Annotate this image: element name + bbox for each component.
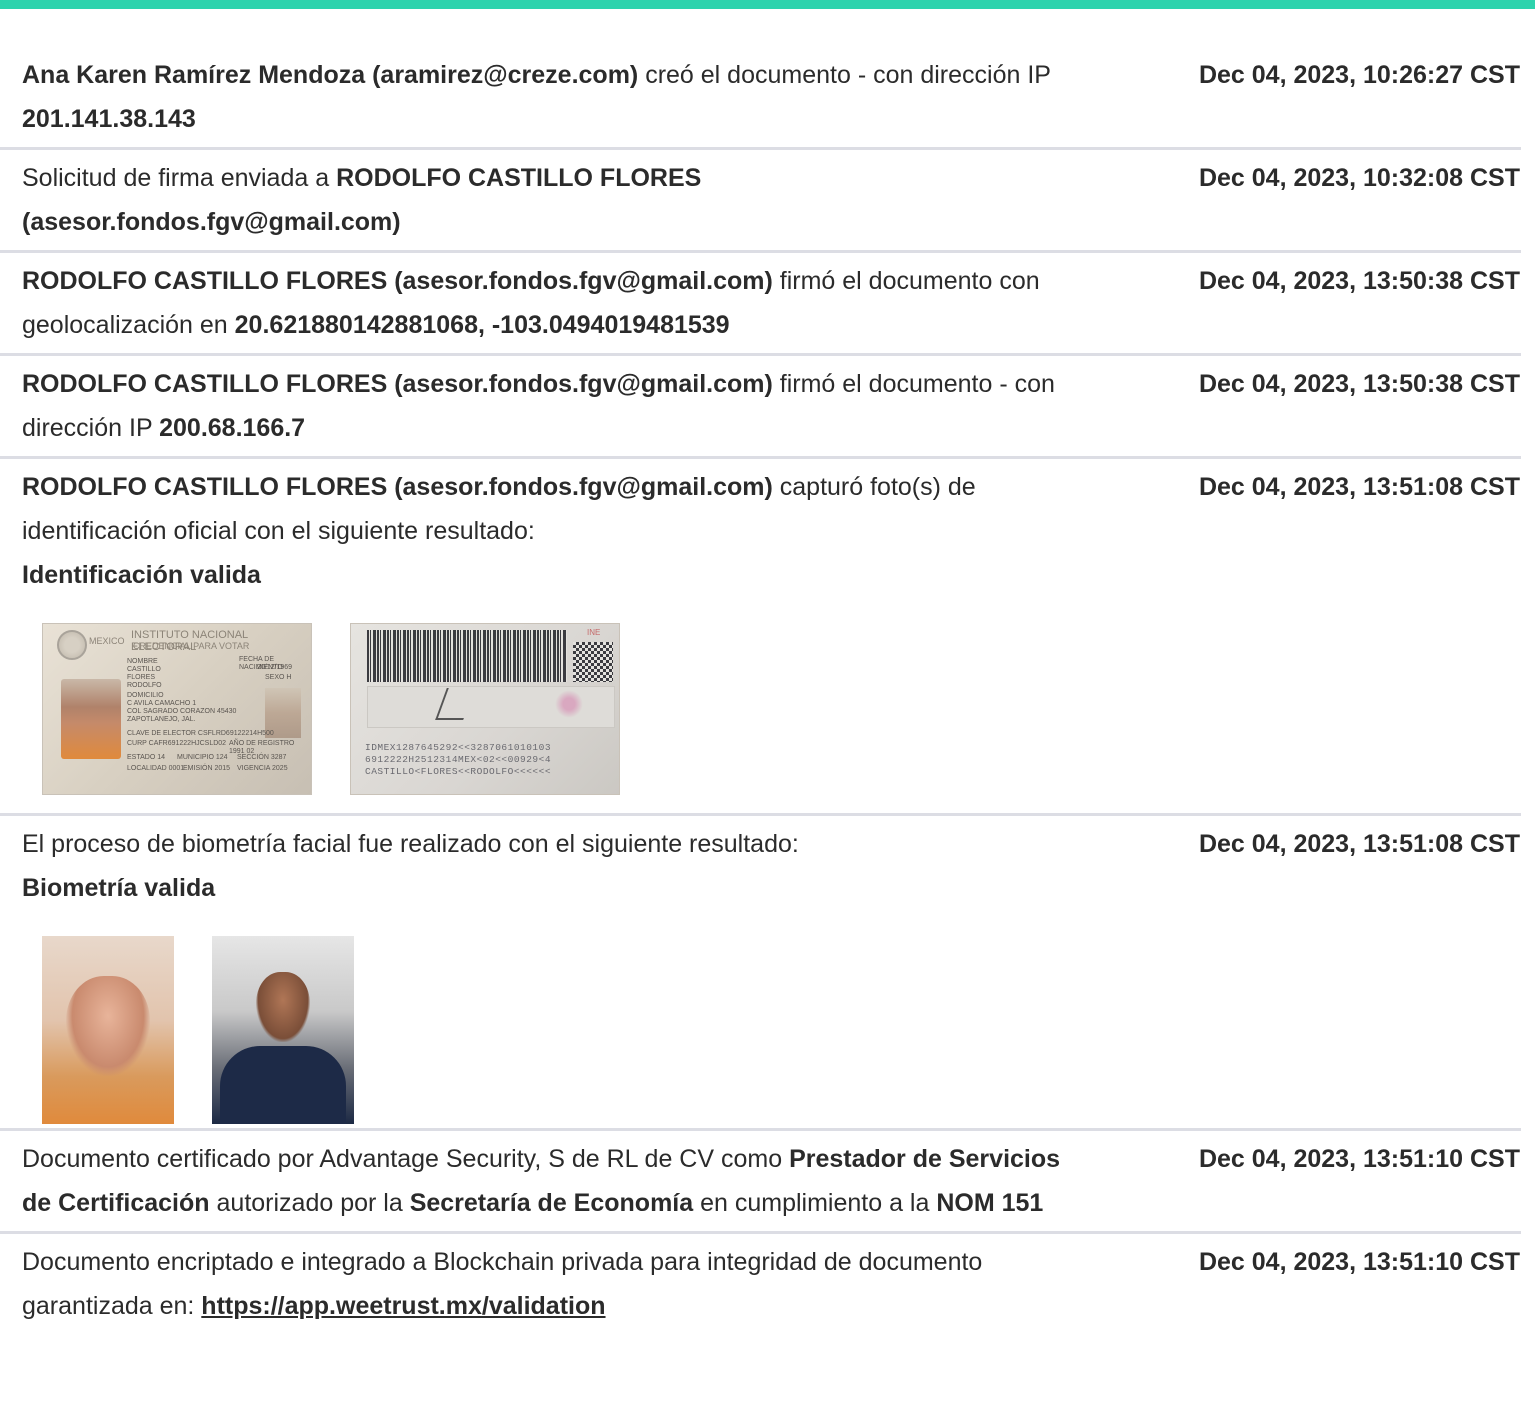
bold-text: Ana Karen Ramírez Mendoza (aramirez@crez… bbox=[22, 61, 639, 89]
ine-brand: INE bbox=[587, 628, 601, 637]
log-description: RODOLFO CASTILLO FLORES (asesor.fondos.f… bbox=[22, 465, 1082, 597]
bold-text: RODOLFO CASTILLO FLORES (asesor.fondos.f… bbox=[22, 473, 773, 501]
log-row-id-capture: RODOLFO CASTILLO FLORES (asesor.fondos.f… bbox=[0, 459, 1521, 816]
id-municipio: MUNICIPIO 124 bbox=[177, 754, 228, 761]
bold-text: 201.141.38.143 bbox=[22, 105, 196, 133]
id-address-label: DOMICILIO bbox=[127, 692, 164, 699]
id-address-2: COL SAGRADO CORAZON 45430 bbox=[127, 708, 237, 715]
log-timestamp: Dec 04, 2023, 13:50:38 CST bbox=[1198, 370, 1520, 398]
id-card-type: CREDENCIAL PARA VOTAR bbox=[133, 641, 250, 651]
log-description: RODOLFO CASTILLO FLORES (asesor.fondos.f… bbox=[22, 259, 1082, 347]
bold-text: Identificación valida bbox=[22, 561, 261, 589]
log-timestamp: Dec 04, 2023, 13:51:10 CST bbox=[1198, 1248, 1520, 1276]
id-card-back-photo: INE IDMEX1287645292<<3287061010103 69122… bbox=[350, 623, 620, 795]
bold-text: NOM 151 bbox=[936, 1189, 1044, 1217]
id-name-label: NOMBRE bbox=[127, 658, 158, 665]
id-address-3: ZAPOTLANEJO, JAL. bbox=[127, 716, 196, 723]
log-description: Documento certificado por Advantage Secu… bbox=[22, 1137, 1082, 1225]
log-description: Ana Karen Ramírez Mendoza (aramirez@crez… bbox=[22, 53, 1082, 141]
id-country: MEXICO bbox=[89, 636, 125, 646]
id-address-1: C AVILA CAMACHO 1 bbox=[127, 700, 197, 707]
id-card-front-photo: MEXICO INSTITUTO NACIONAL ELECTORAL CRED… bbox=[42, 623, 312, 795]
bold-text: RODOLFO CASTILLO FLORES (asesor.fondos.f… bbox=[22, 370, 773, 398]
id-face-photo bbox=[42, 936, 174, 1124]
bold-text: 20.621880142881068, -103.0494019481539 bbox=[234, 311, 730, 339]
selfie-jacket bbox=[220, 1046, 346, 1124]
log-description: El proceso de biometría facial fue reali… bbox=[22, 822, 1082, 910]
id-localidad: LOCALIDAD 0001 bbox=[127, 765, 185, 772]
log-timestamp: Dec 04, 2023, 13:51:08 CST bbox=[1198, 830, 1520, 858]
text-segment: autorizado por la bbox=[209, 1189, 410, 1217]
log-row-certified: Documento certificado por Advantage Secu… bbox=[0, 1131, 1521, 1234]
id-name-2: FLORES bbox=[127, 674, 156, 681]
text-segment: El proceso de biometría facial fue reali… bbox=[22, 830, 799, 858]
log-row-created: Ana Karen Ramírez Mendoza (aramirez@crez… bbox=[0, 47, 1521, 150]
bold-text: RODOLFO CASTILLO FLORES (asesor.fondos.f… bbox=[22, 267, 773, 295]
log-timestamp: Dec 04, 2023, 13:50:38 CST bbox=[1198, 267, 1520, 295]
text-segment: Solicitud de firma enviada a bbox=[22, 164, 337, 192]
mrz-line-3: CASTILLO<FLORES<<RODOLFO<<<<<< bbox=[365, 766, 552, 777]
accent-top-bar bbox=[0, 0, 1535, 9]
id-portrait bbox=[61, 679, 121, 759]
log-row-request-sent: Solicitud de firma enviada a RODOLFO CAS… bbox=[0, 150, 1521, 253]
log-row-biometrics: El proceso de biometría facial fue reali… bbox=[0, 816, 1521, 1131]
log-row-signed-ip: RODOLFO CASTILLO FLORES (asesor.fondos.f… bbox=[0, 356, 1521, 459]
id-name-1: CASTILLO bbox=[127, 666, 161, 673]
log-timestamp: Dec 04, 2023, 13:51:08 CST bbox=[1198, 473, 1520, 501]
mrz-line-1: IDMEX1287645292<<3287061010103 bbox=[365, 742, 552, 753]
selfie-face-shape bbox=[256, 972, 310, 1042]
face-shape bbox=[66, 976, 150, 1076]
biometric-photos bbox=[42, 936, 1082, 1124]
id-birth-date: 20/12/1969 bbox=[257, 664, 293, 671]
log-timestamp: Dec 04, 2023, 10:32:08 CST bbox=[1198, 164, 1520, 192]
mrz-line-2: 6912222H2512314MEX<02<<00929<4 bbox=[365, 754, 552, 765]
id-sex: SEXO H bbox=[265, 674, 292, 681]
log-description: RODOLFO CASTILLO FLORES (asesor.fondos.f… bbox=[22, 362, 1082, 450]
log-row-signed-geo: RODOLFO CASTILLO FLORES (asesor.fondos.f… bbox=[0, 253, 1521, 356]
id-vigencia: VIGENCIA 2025 bbox=[237, 765, 288, 772]
selfie-photo bbox=[212, 936, 354, 1124]
log-timestamp: Dec 04, 2023, 13:51:10 CST bbox=[1198, 1145, 1520, 1173]
id-name-3: RODOLFO bbox=[127, 682, 162, 689]
log-description: Solicitud de firma enviada a RODOLFO CAS… bbox=[22, 156, 1082, 244]
audit-log: Ana Karen Ramírez Mendoza (aramirez@crez… bbox=[0, 47, 1521, 1334]
text-segment: en cumplimiento a la bbox=[693, 1189, 937, 1217]
log-description: Documento encriptado e integrado a Block… bbox=[22, 1240, 1082, 1328]
text-segment: creó el documento - con dirección IP bbox=[638, 61, 1051, 89]
log-timestamp: Dec 04, 2023, 10:26:27 CST bbox=[1198, 61, 1520, 89]
id-seccion: SECCIÓN 3287 bbox=[237, 754, 287, 761]
qr-code-icon bbox=[573, 642, 613, 682]
id-photos: MEXICO INSTITUTO NACIONAL ELECTORAL CRED… bbox=[42, 623, 1082, 795]
seal-stamp bbox=[555, 690, 583, 718]
id-emision: EMISIÓN 2015 bbox=[183, 765, 231, 772]
bold-text: 200.68.166.7 bbox=[159, 414, 306, 442]
bold-text: Secretaría de Economía bbox=[409, 1189, 694, 1217]
id-elector-key: CLAVE DE ELECTOR CSFLRD69122214H500 bbox=[127, 730, 274, 737]
id-curp: CURP CAFR691222HJCSLD02 bbox=[127, 740, 227, 747]
text-segment: Documento certificado por Advantage Secu… bbox=[22, 1145, 790, 1173]
barcode-icon bbox=[367, 630, 567, 682]
validation-link[interactable]: https://app.weetrust.mx/validation bbox=[201, 1292, 605, 1320]
coat-of-arms-icon bbox=[57, 630, 87, 660]
log-row-blockchain: Documento encriptado e integrado a Block… bbox=[0, 1234, 1521, 1334]
bold-text: Biometría valida bbox=[22, 874, 216, 902]
id-estado: ESTADO 14 bbox=[127, 754, 165, 761]
